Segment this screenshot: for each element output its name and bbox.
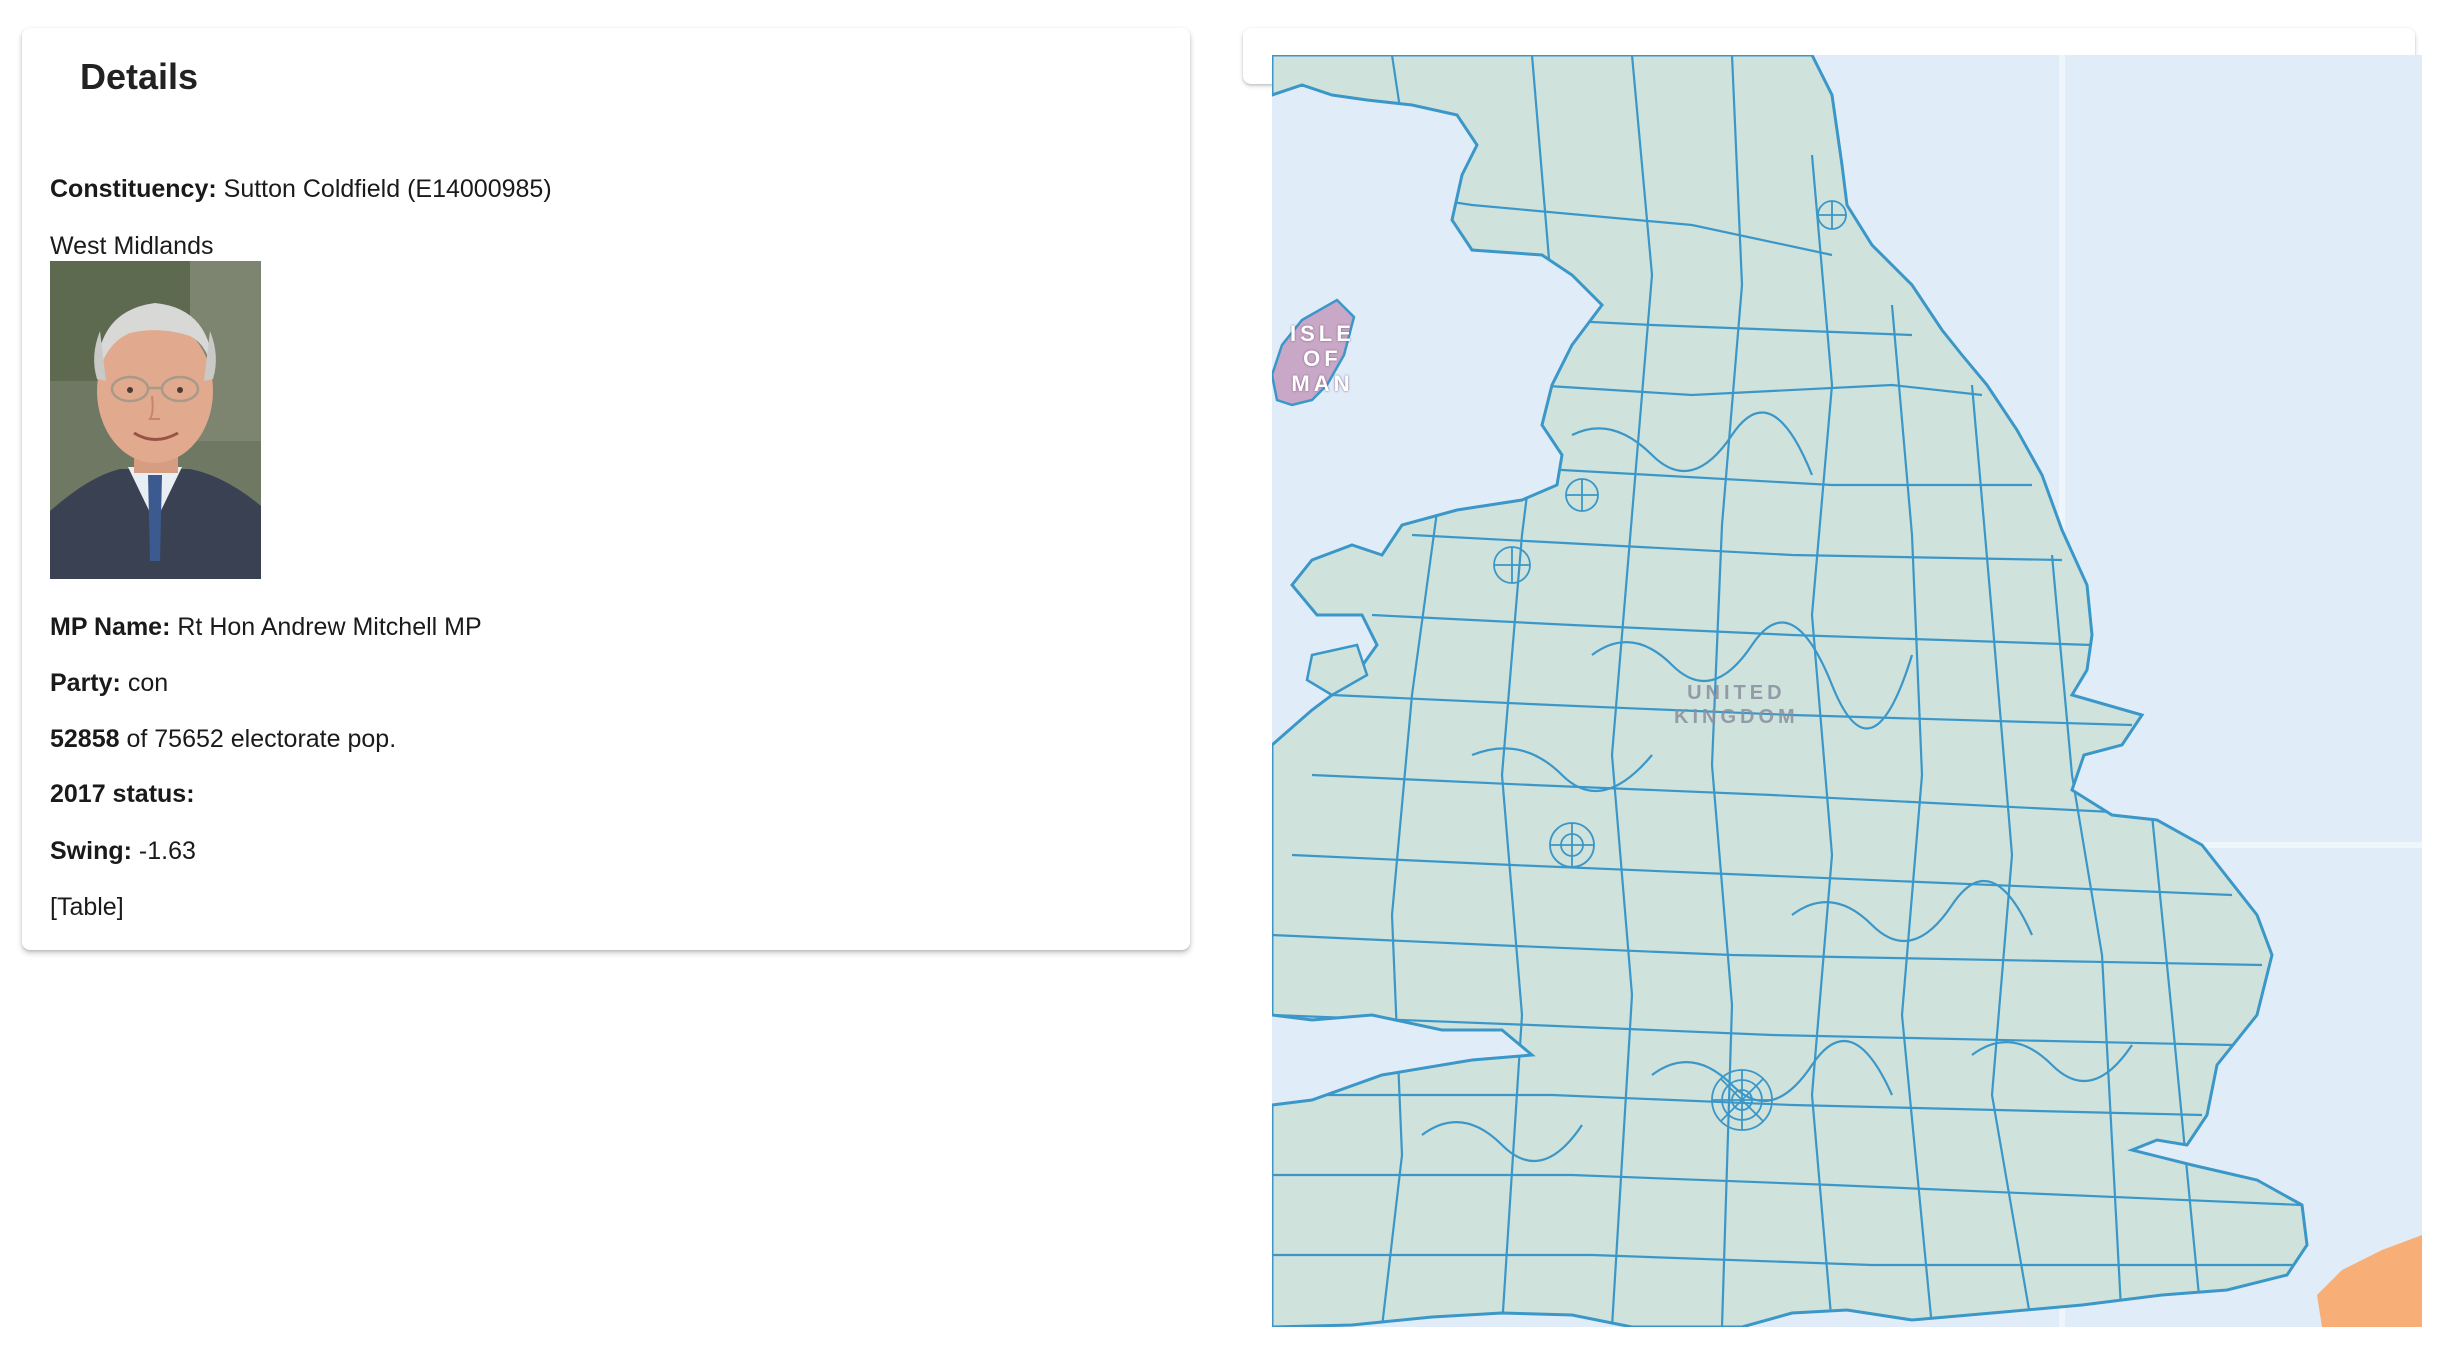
party-row: Party: con (50, 668, 168, 698)
uk-label-line1: UNITED (1687, 682, 1786, 704)
swing-label: Swing: (50, 837, 132, 865)
status-row: 2017 status: (50, 779, 195, 809)
constituency-value: Sutton Coldfield (E14000985) (223, 175, 552, 203)
electorate-text: of 75652 electorate pop. (126, 725, 397, 753)
isle-of-man-label: ISLE OF MAN (1290, 321, 1355, 396)
mp-name-label: MP Name: (50, 613, 171, 641)
iom-label-line3: MAN (1291, 371, 1354, 396)
mp-portrait-image (50, 261, 261, 579)
mp-photo (50, 261, 261, 579)
table-link[interactable]: [Table] (50, 892, 124, 922)
electorate-row: 52858 of 75652 electorate pop. (50, 724, 396, 754)
details-card: Details Constituency: Sutton Coldfield (… (22, 28, 1190, 950)
swing-row: Swing: -1.63 (50, 836, 196, 866)
uk-label-line2: KINGDOM (1674, 706, 1799, 728)
iom-label-line2: OF (1303, 346, 1342, 371)
constituency-label: Constituency: (50, 175, 217, 203)
region-text: West Midlands (50, 232, 214, 260)
iom-label-line1: ISLE (1290, 321, 1355, 346)
constituency-map[interactable]: ISLE OF MAN UNITED KINGDOM (1272, 55, 2422, 1327)
party-value: con (127, 669, 169, 697)
constituency-row: Constituency: Sutton Coldfield (E1400098… (50, 174, 552, 204)
mp-name-value: Rt Hon Andrew Mitchell MP (177, 613, 482, 641)
mp-name-row: MP Name: Rt Hon Andrew Mitchell MP (50, 612, 482, 642)
party-label: Party: (50, 669, 121, 697)
united-kingdom-label: UNITED KINGDOM (1674, 681, 1799, 729)
map-canvas[interactable] (1272, 55, 2422, 1327)
swing-value: -1.63 (138, 837, 196, 865)
details-title: Details (80, 56, 199, 97)
turnout-value: 52858 (50, 725, 120, 753)
status-label: 2017 status: (50, 780, 195, 808)
